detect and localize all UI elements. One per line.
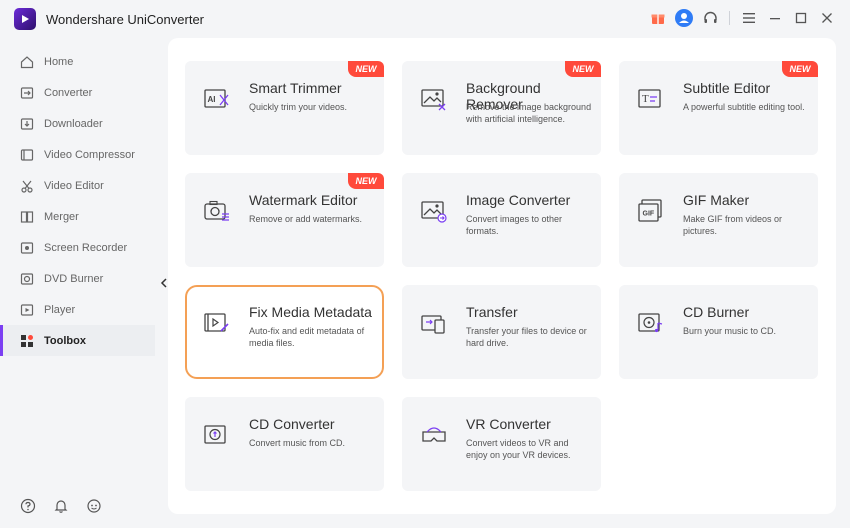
user-icon[interactable] [673,7,695,29]
tool-card-fix-media-metadata[interactable]: Fix Media Metadata Auto-fix and edit met… [185,285,384,379]
toolbox-panel: AI Smart Trimmer Quickly trim your video… [168,38,836,514]
svg-text:AI: AI [208,95,216,104]
gift-icon[interactable] [647,7,669,29]
tool-description: A powerful subtitle editing tool. [683,102,805,112]
metadata-icon [203,309,231,337]
sidebar-item-converter[interactable]: Converter [0,77,155,108]
tool-title: Image Converter [466,192,571,208]
compressor-icon [19,147,35,163]
tool-card-transfer[interactable]: Transfer Transfer your files to device o… [402,285,601,379]
cd-convert-icon [203,421,231,449]
tool-card-cd-burner[interactable]: CD Burner Burn your music to CD. [619,285,818,379]
sidebar-item-dvd-burner[interactable]: DVD Burner [0,263,155,294]
sidebar-item-label: Screen Recorder [44,241,128,254]
recorder-icon [19,240,35,256]
tool-title: Smart Trimmer [249,80,342,96]
tool-card-image-converter[interactable]: Image Converter Convert images to other … [402,173,601,267]
tool-card-background-remover[interactable]: Background Remover Remove the image back… [402,61,601,155]
new-badge: NEW [782,61,818,77]
sidebar-item-label: Video Editor [44,179,104,192]
sidebar-item-label: Converter [44,86,93,99]
tool-card-vr-converter[interactable]: VR Converter Convert videos to VR and en… [402,397,601,491]
sidebar-item-toolbox[interactable]: Toolbox [0,325,155,356]
headset-icon[interactable] [699,7,721,29]
tool-title: GIF Maker [683,192,750,208]
tool-description: Convert images to other formats. [466,214,563,236]
new-badge: NEW [348,173,384,189]
transfer-icon [420,309,448,337]
ai-trim-icon: AI [203,85,231,113]
tool-description: Make GIF from videos or pictures. [683,214,783,236]
bell-icon[interactable] [52,497,70,515]
disc-icon [19,271,35,287]
tool-description: Remove the image background with artific… [466,102,592,124]
tool-title: Subtitle Editor [683,80,771,96]
gif-icon: GIF [637,197,665,225]
tool-description: Convert videos to VR and enjoy on your V… [466,438,571,460]
tool-description: Convert music from CD. [249,438,346,448]
tool-description: Quickly trim your videos. [249,102,348,112]
tool-card-cd-converter[interactable]: CD Converter Convert music from CD. [185,397,384,491]
minimize-icon[interactable] [764,7,786,29]
sidebar-item-label: Downloader [44,117,103,130]
tool-description: Transfer your files to device or hard dr… [466,326,587,348]
close-icon[interactable] [816,7,838,29]
tool-card-smart-trimmer[interactable]: AI Smart Trimmer Quickly trim your video… [185,61,384,155]
tool-description: Auto-fix and edit metadata of media file… [249,326,365,348]
sidebar-item-label: Home [44,55,74,68]
scissors-icon [19,178,35,194]
tool-card-gif-maker[interactable]: GIF GIF Maker Make GIF from videos or pi… [619,173,818,267]
app-title: Wondershare UniConverter [46,12,204,27]
cd-burn-icon [637,309,665,337]
tool-description: Remove or add watermarks. [249,214,363,224]
new-badge: NEW [348,61,384,77]
sidebar-item-label: Merger [44,210,79,223]
tool-description: Burn your music to CD. [683,326,777,336]
vr-icon [420,421,448,449]
svg-text:GIF: GIF [643,211,655,218]
tool-title: Transfer [466,304,518,320]
tool-card-subtitle-editor[interactable]: T Subtitle Editor A powerful subtitle ed… [619,61,818,155]
player-icon [19,302,35,318]
image-convert-icon [420,197,448,225]
tool-title: Fix Media Metadata [249,304,372,320]
sidebar-item-label: Video Compressor [44,148,135,161]
merger-icon [19,209,35,225]
sidebar-item-home[interactable]: Home [0,46,155,77]
tool-title: CD Converter [249,416,335,432]
image-remove-icon [420,85,448,113]
subtitle-icon: T [637,85,665,113]
feedback-icon[interactable] [85,497,103,515]
svg-text:T: T [642,93,649,105]
sidebar-item-player[interactable]: Player [0,294,155,325]
sidebar-item-label: DVD Burner [44,272,104,285]
title-bar: Wondershare UniConverter [0,0,850,36]
sidebar-item-label: Toolbox [44,334,86,347]
new-badge: NEW [565,61,601,77]
menu-icon[interactable] [738,7,760,29]
help-icon[interactable] [19,497,37,515]
app-logo-icon [14,8,36,30]
sidebar: Home Converter Downloader Video Compress… [0,46,155,356]
sidebar-item-label: Player [44,303,76,316]
converter-icon [19,85,35,101]
tool-title: Watermark Editor [249,192,358,208]
sidebar-item-video-compressor[interactable]: Video Compressor [0,139,155,170]
downloader-icon [19,116,35,132]
sidebar-item-video-editor[interactable]: Video Editor [0,170,155,201]
sidebar-item-screen-recorder[interactable]: Screen Recorder [0,232,155,263]
maximize-icon[interactable] [790,7,812,29]
watermark-icon [203,197,231,225]
tool-title: VR Converter [466,416,551,432]
toolbox-icon [19,333,35,349]
sidebar-item-merger[interactable]: Merger [0,201,155,232]
home-icon [19,54,35,70]
sidebar-item-downloader[interactable]: Downloader [0,108,155,139]
tool-card-watermark-editor[interactable]: Watermark Editor Remove or add watermark… [185,173,384,267]
tool-title: CD Burner [683,304,750,320]
sidebar-footer [19,497,103,515]
